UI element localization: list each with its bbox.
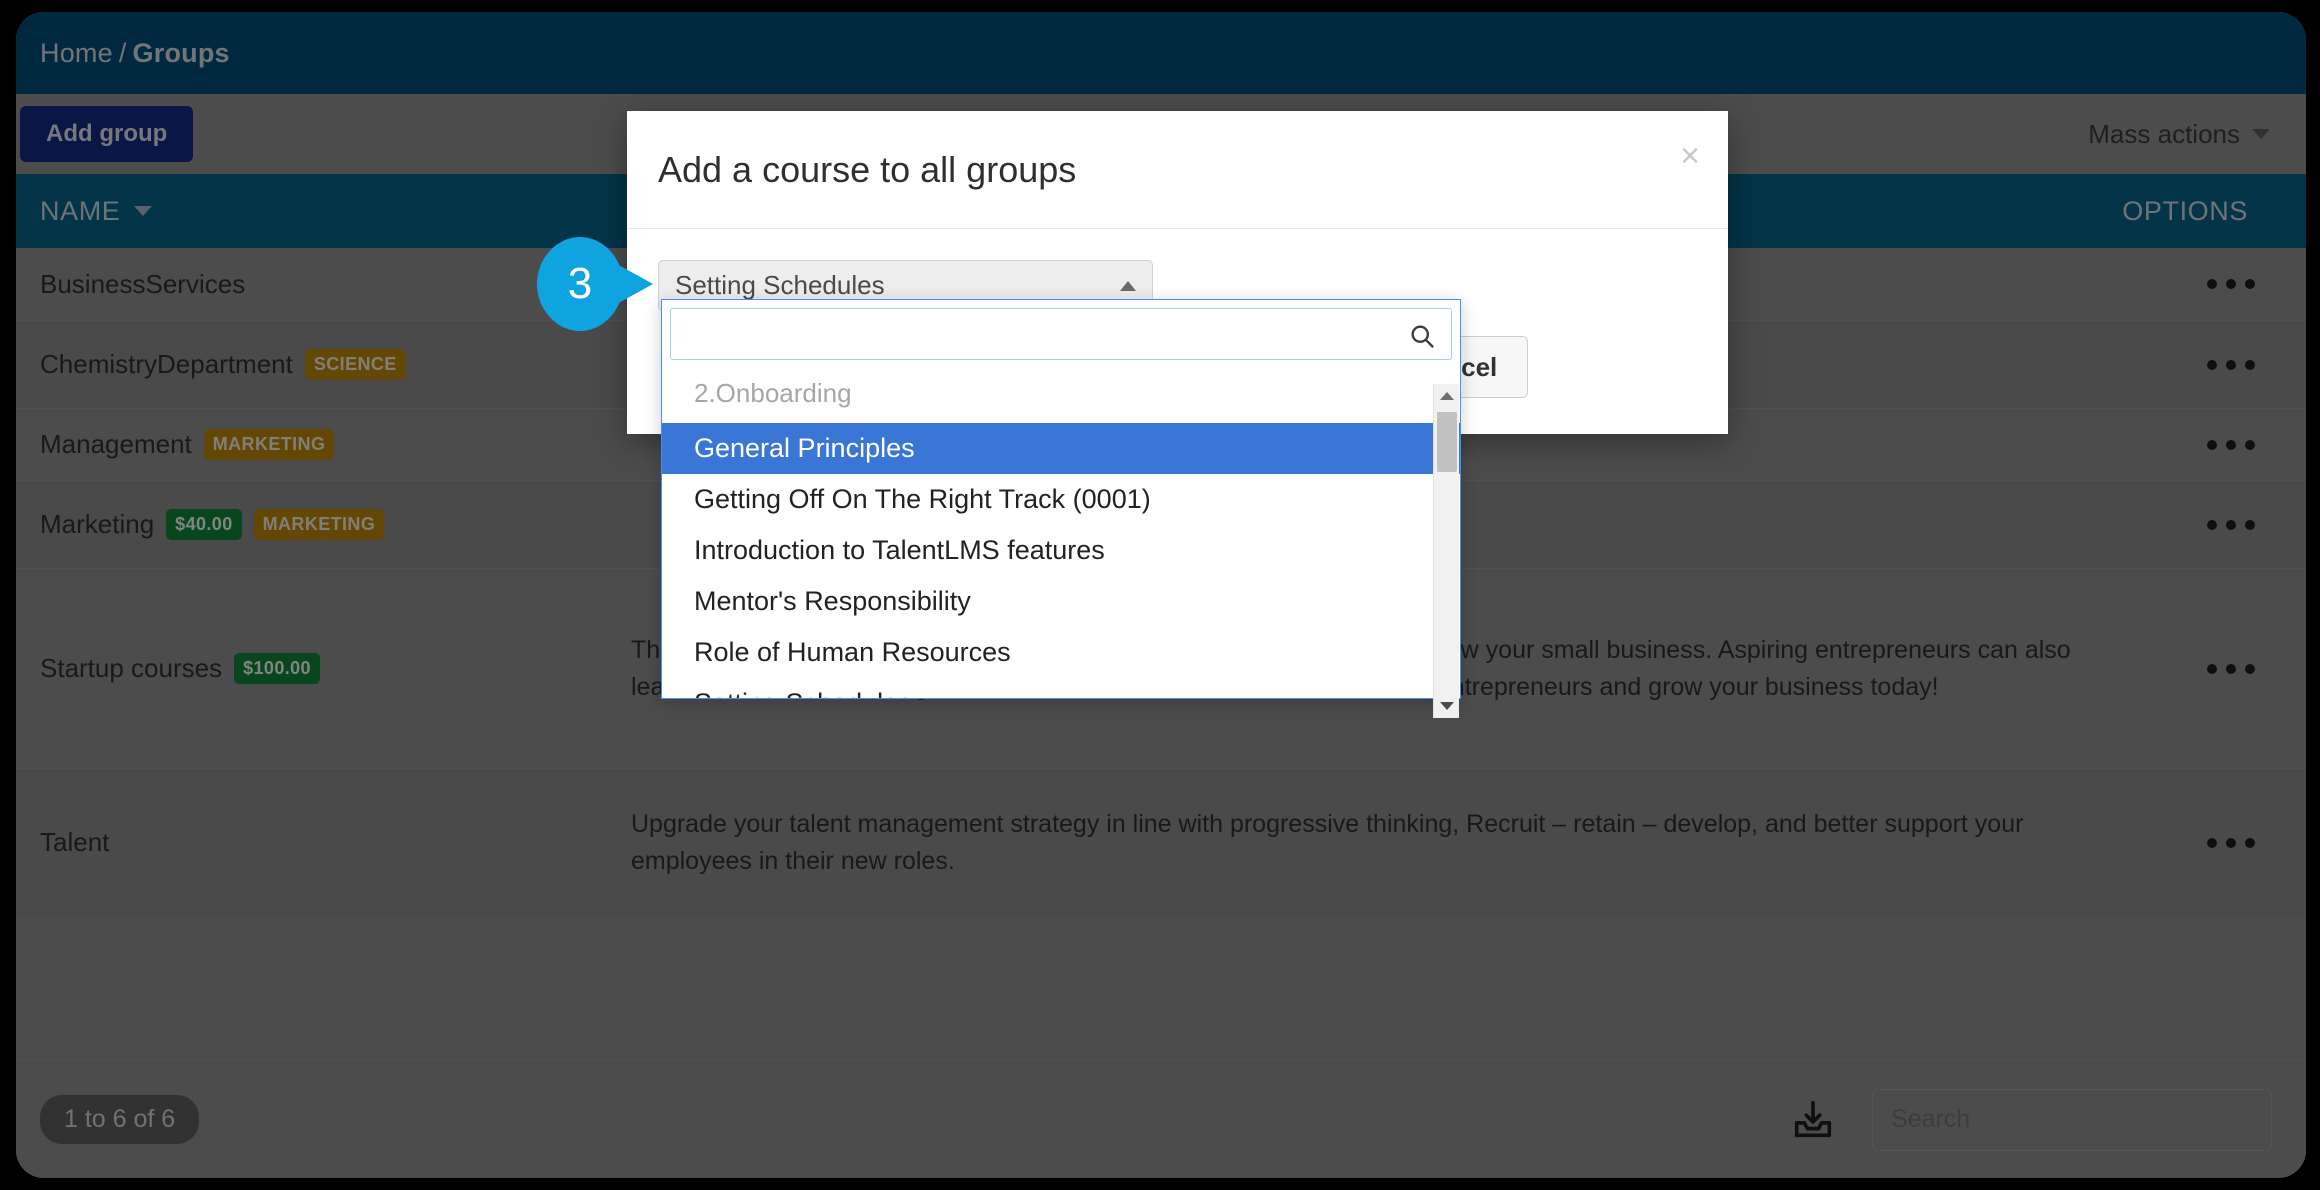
modal-title: Add a course to all groups: [658, 148, 1077, 190]
dropdown-option[interactable]: Mentor's Responsibility: [662, 576, 1460, 627]
scroll-down-arrow-icon[interactable]: [1434, 694, 1460, 718]
app-window: Home / Groups Add group Mass actions NAME …: [16, 12, 2306, 1178]
dropdown-group-label: 2.Onboarding: [694, 378, 852, 408]
course-dropdown-panel: 2.Onboarding General Principles Getting O…: [661, 299, 1461, 718]
dropdown-option[interactable]: Role of Human Resources: [662, 627, 1460, 678]
dropdown-scrollbar[interactable]: [1433, 384, 1459, 718]
course-select-value: Setting Schedules: [675, 270, 885, 300]
dropdown-option[interactable]: Getting Off On The Right Track (0001): [662, 474, 1460, 525]
dropdown-option[interactable]: Introduction to TalentLMS features: [662, 525, 1460, 576]
dropdown-search-input[interactable]: [670, 308, 1452, 360]
scrollbar-thumb[interactable]: [1437, 412, 1457, 472]
scrollbar-track[interactable]: [1434, 408, 1460, 694]
close-icon[interactable]: ×: [1680, 139, 1700, 173]
chevron-up-icon: [1120, 280, 1136, 291]
modal-header: Add a course to all groups ×: [627, 111, 1728, 229]
screenshot-root: Home / Groups Add group Mass actions NAME …: [0, 0, 2320, 1190]
dropdown-search-wrap: [662, 300, 1460, 368]
dropdown-option[interactable]: Setting Schedules: [662, 678, 1460, 698]
dropdown-option[interactable]: General Principles: [662, 423, 1460, 474]
scroll-up-arrow-icon[interactable]: [1434, 384, 1460, 408]
dropdown-option-list: 2.Onboarding General Principles Getting O…: [662, 368, 1460, 698]
